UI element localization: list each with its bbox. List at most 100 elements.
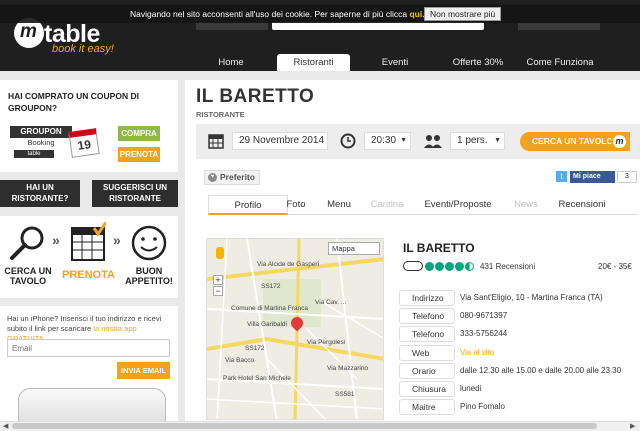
step-arrow-icon: » xyxy=(52,232,60,248)
nav-come-funziona[interactable]: Come Funziona xyxy=(524,54,596,71)
info-key: Telefono xyxy=(399,326,455,342)
info-value: Pino Fomalo xyxy=(460,402,505,411)
invia-email-button[interactable]: INVIA EMAIL xyxy=(117,362,170,379)
rating-dot-icon xyxy=(435,262,444,271)
nav-home[interactable]: Home xyxy=(200,54,262,71)
step-cerca: CERCA UN TAVOLO xyxy=(4,266,52,286)
info-value: lunedì xyxy=(460,384,482,393)
step-buon-appetito: BUON APPETITO! xyxy=(125,266,173,286)
info-key: Orario xyxy=(399,363,455,379)
groupon-mini-logo: table xyxy=(14,150,54,158)
info-value: 080-9671397 xyxy=(460,311,508,320)
rating-dot-icon xyxy=(455,262,464,271)
calendar-icon: 19 xyxy=(68,128,100,158)
info-row: Maitre Pino Fomalo xyxy=(399,399,640,416)
tripadvisor-owl-icon xyxy=(403,261,423,271)
header-city-select[interactable] xyxy=(196,22,268,30)
map-label: SS172 xyxy=(261,283,281,290)
map-type-select[interactable]: Mappa xyxy=(328,242,380,255)
map-label: Via Cav. ... xyxy=(315,299,347,306)
tab-foto[interactable]: Foto xyxy=(276,195,316,215)
map-label: Villa Garibaldi xyxy=(247,321,287,328)
groupon-logo: GROUPON xyxy=(10,126,72,138)
info-value: dalle 12.30 alle 15.00 e dalle 20.00 all… xyxy=(460,366,622,375)
people-select[interactable]: 1 pers. ▼ xyxy=(450,132,505,150)
reviews-count[interactable]: 431 Recensioni xyxy=(480,262,535,271)
info-key: Maitre xyxy=(399,399,455,415)
step-arrow-icon: » xyxy=(113,232,121,248)
cookie-banner: Navigando nel sito acconsenti all'uso de… xyxy=(0,5,640,23)
people-value: 1 pers. xyxy=(457,135,488,146)
map-label: Comune di Martina Franca xyxy=(231,305,308,312)
time-select[interactable]: 20:30 ▼ xyxy=(364,132,411,150)
app-promo-message: Hai un iPhone? Inserisci il tuo indirizz… xyxy=(7,314,162,333)
calendar-grid-icon xyxy=(71,222,106,261)
tab-news: News xyxy=(514,199,538,210)
scroll-left-icon[interactable]: ◀ xyxy=(3,422,8,430)
coupon-title: HAI COMPRATO UN COUPON DI GROUPON? xyxy=(8,91,139,113)
info-row: Telefono 080-9671397 xyxy=(399,308,640,325)
map-label: SS581 xyxy=(335,391,355,398)
mytable-logo-icon: m xyxy=(611,133,628,150)
info-key: Indirizzo xyxy=(399,290,455,306)
nav-eventi[interactable]: Eventi xyxy=(366,54,424,71)
nav-offerte[interactable]: Offerte 30% xyxy=(442,54,514,71)
compra-button[interactable]: COMPRA xyxy=(118,126,160,141)
tab-recensioni[interactable]: Recensioni xyxy=(552,195,612,215)
people-icon xyxy=(424,135,442,148)
info-row: Web Vai al sito xyxy=(399,345,640,362)
facebook-like-button[interactable]: Mi piace xyxy=(570,171,615,183)
header-login-button[interactable] xyxy=(518,22,600,30)
map-label: Via Bacco xyxy=(225,357,255,364)
map-label: SS172 xyxy=(245,345,265,352)
map-label: Via Pergolesi xyxy=(307,339,346,346)
zoom-in-icon[interactable]: + xyxy=(213,275,223,285)
heart-icon: ♥ xyxy=(208,173,217,182)
preferito-button[interactable]: ♥ Preferito xyxy=(204,170,260,185)
cookie-message: Navigando nel sito acconsenti all'uso de… xyxy=(130,9,408,19)
date-field[interactable]: 29 Novembre 2014 xyxy=(232,132,328,150)
info-value: Via Sant'Eligio, 10 - Martina Franca (TA… xyxy=(460,293,603,302)
facebook-like-count: 3 xyxy=(617,171,637,183)
cookie-dismiss-button[interactable]: Non mostrare più xyxy=(424,7,502,21)
scroll-right-icon[interactable]: ▶ xyxy=(630,422,635,430)
header-search-input[interactable] xyxy=(272,22,484,30)
twitter-icon[interactable]: t xyxy=(556,171,567,182)
step-prenota: PRENOTA xyxy=(62,269,115,281)
map-label: Via Alcide de Gasperi xyxy=(257,261,320,268)
rating-half-dot-icon xyxy=(465,262,474,271)
nav-ristoranti[interactable]: Ristoranti xyxy=(277,54,350,71)
tab-menu[interactable]: Menu xyxy=(320,195,358,215)
website-link[interactable]: Vai al sito xyxy=(460,345,494,361)
horizontal-scroll-thumb[interactable] xyxy=(12,423,597,429)
restaurant-name: IL BARETTO xyxy=(403,241,475,255)
info-key: Telefono xyxy=(399,308,455,324)
email-input[interactable] xyxy=(7,339,170,357)
hai-ristorante-button[interactable]: HAI UN RISTORANTE? xyxy=(0,180,80,207)
rating-dot-icon xyxy=(445,262,454,271)
restaurant-tabs: Profilo Foto Menu Cantina Eventi/Propost… xyxy=(208,195,638,215)
map-label: Park Hotel San Michele xyxy=(223,375,291,382)
tripadvisor-rating[interactable] xyxy=(403,261,479,271)
map[interactable]: + − Mappa Via Alcide de Gasperi SS172 Co… xyxy=(206,238,384,420)
smiley-icon xyxy=(131,225,167,261)
groupon-booking-graphic: GROUPON Booking table 19 xyxy=(10,126,100,160)
info-key: Chiusura xyxy=(399,381,455,397)
zoom-out-icon[interactable]: − xyxy=(213,286,223,296)
calendar-icon xyxy=(208,134,224,149)
rating-dot-icon xyxy=(425,262,434,271)
info-row: Telefono 333-5756244 xyxy=(399,326,640,343)
chevron-down-icon: ▼ xyxy=(494,137,501,144)
suggerisci-ristorante-button[interactable]: SUGGERISCI UN RISTORANTE xyxy=(92,180,178,207)
cookie-info-link[interactable]: qui. xyxy=(409,9,424,19)
tab-eventi-proposte[interactable]: Eventi/Proposte xyxy=(418,195,498,215)
info-value: 333-5756244 xyxy=(460,329,508,338)
time-value: 20:30 xyxy=(371,135,397,146)
info-row: Chiusura lunedì xyxy=(399,381,640,398)
prenota-coupon-button[interactable]: PRENOTA xyxy=(118,147,160,162)
cookie-text: Navigando nel sito acconsenti all'uso de… xyxy=(130,9,425,19)
street-view-icon[interactable] xyxy=(216,247,224,259)
info-row: Orario dalle 12.30 alle 15.00 e dalle 20… xyxy=(399,363,640,380)
price-range: 20€ - 35€ xyxy=(598,262,632,271)
clock-icon xyxy=(340,133,356,149)
